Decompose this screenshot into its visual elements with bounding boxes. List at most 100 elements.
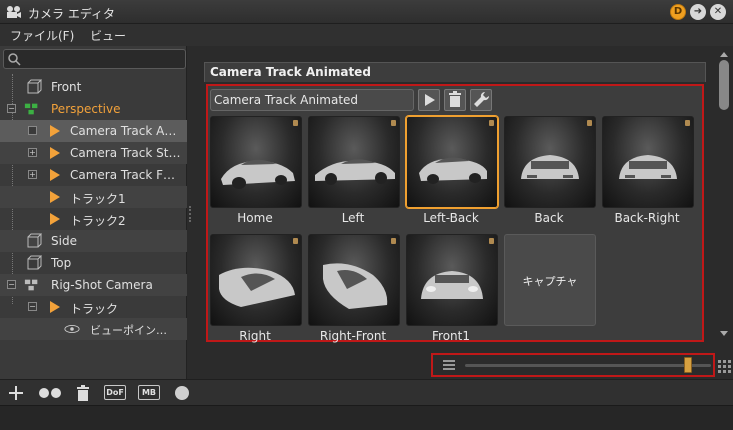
play-track-icon bbox=[50, 191, 60, 203]
perspective-camera-icon bbox=[24, 103, 38, 115]
menu-view[interactable]: ビュー bbox=[90, 27, 126, 44]
thumbnail-label: Right bbox=[239, 329, 271, 343]
delete-button[interactable] bbox=[444, 89, 466, 111]
close-icon[interactable]: ✕ bbox=[710, 4, 726, 20]
lock-icon bbox=[489, 120, 494, 126]
tree-item-camera-track-a[interactable]: Camera Track A… bbox=[0, 120, 187, 142]
car-image bbox=[521, 155, 579, 179]
dof-button[interactable]: DoF bbox=[104, 385, 126, 400]
menu-bar: ファイル(F) ビュー bbox=[0, 24, 733, 46]
add-icon[interactable] bbox=[8, 385, 24, 401]
car-image bbox=[221, 159, 295, 189]
viewpoint-thumbnail[interactable] bbox=[308, 234, 400, 326]
camera-cube-icon bbox=[27, 233, 42, 248]
tree-item-camera-track-f[interactable]: + Camera Track F… bbox=[0, 164, 187, 186]
collapse-toggle[interactable]: − bbox=[28, 302, 37, 311]
tree-item-track2[interactable]: トラック2 bbox=[0, 208, 187, 230]
play-icon bbox=[425, 94, 435, 106]
scroll-thumb[interactable] bbox=[719, 60, 729, 110]
d-badge-button[interactable]: D bbox=[670, 4, 686, 20]
slider-handle[interactable] bbox=[683, 357, 692, 373]
vertical-scrollbar[interactable] bbox=[716, 46, 733, 379]
car-image bbox=[323, 263, 388, 309]
window-title: カメラ エディタ bbox=[28, 7, 115, 21]
play-track-icon bbox=[50, 125, 60, 137]
play-track-icon bbox=[50, 213, 60, 225]
car-image bbox=[219, 267, 295, 307]
thumbnail-label: Left-Back bbox=[423, 211, 479, 225]
car-image bbox=[619, 155, 677, 179]
wrench-icon bbox=[474, 91, 490, 107]
viewpoint-thumbnail[interactable] bbox=[308, 116, 400, 208]
collapse-toggle[interactable] bbox=[28, 126, 37, 135]
motion-blur-button[interactable]: MB bbox=[138, 385, 160, 400]
title-bar: カメラ エディタ D ➜ ✕ bbox=[0, 0, 733, 24]
splitter-grip-icon bbox=[189, 206, 191, 222]
car-image bbox=[421, 271, 483, 299]
lock-icon bbox=[293, 120, 298, 126]
collapse-toggle[interactable]: − bbox=[7, 104, 16, 113]
settings-button[interactable] bbox=[470, 89, 492, 111]
tree-item-viewpoint[interactable]: ビューポイン… bbox=[0, 318, 187, 340]
thumbnail-size-slider[interactable] bbox=[465, 364, 711, 367]
tree-item-camera-track-st[interactable]: + Camera Track St… bbox=[0, 142, 187, 164]
viewpoint-thumbnail[interactable] bbox=[210, 116, 302, 208]
expand-toggle[interactable]: + bbox=[28, 148, 37, 157]
rig-camera-icon bbox=[24, 279, 38, 291]
panel-title: Camera Track Animated bbox=[210, 65, 371, 79]
status-bar bbox=[0, 405, 733, 430]
play-button[interactable] bbox=[418, 89, 440, 111]
viewpoint-thumbnail[interactable] bbox=[210, 234, 302, 326]
search-icon bbox=[8, 53, 21, 66]
thumbnail-size-control bbox=[431, 353, 715, 377]
tree-item-side[interactable]: Side bbox=[0, 230, 187, 252]
thumbnail-label: Left bbox=[341, 211, 365, 225]
viewpoint-thumbnail[interactable] bbox=[406, 234, 498, 326]
lock-icon bbox=[489, 238, 494, 244]
play-track-icon bbox=[50, 147, 60, 159]
thumbnail-label: Back-Right bbox=[614, 211, 680, 225]
thumbnail-area: Camera Track Animated Camera Track Anima… bbox=[194, 46, 716, 379]
list-view-icon[interactable] bbox=[443, 360, 455, 370]
viewpoint-thumbnail-selected[interactable] bbox=[406, 116, 498, 208]
camera-editor-icon bbox=[7, 6, 21, 18]
tree-item-track1[interactable]: トラック1 bbox=[0, 186, 187, 208]
search-input[interactable] bbox=[3, 49, 186, 69]
lock-icon bbox=[685, 120, 690, 126]
camera-cube-icon bbox=[27, 255, 42, 270]
tree-item-front[interactable]: Front bbox=[0, 76, 187, 98]
dual-camera-icon[interactable] bbox=[38, 385, 62, 401]
bottom-toolbar: DoF MB bbox=[0, 379, 733, 405]
thumbnail-label: Back bbox=[534, 211, 564, 225]
tree-item-perspective[interactable]: − Perspective bbox=[0, 98, 187, 120]
track-name-field[interactable]: Camera Track Animated bbox=[210, 89, 414, 111]
capture-button[interactable]: キャプチャ bbox=[504, 234, 596, 326]
trash-icon[interactable] bbox=[76, 385, 90, 401]
car-image bbox=[315, 159, 395, 185]
camera-tree-panel: Front − Perspective Camera Track A… + Ca… bbox=[0, 46, 187, 379]
scroll-down-icon[interactable] bbox=[720, 331, 728, 336]
viewpoint-gallery: Camera Track Animated Home Left Left-Bac… bbox=[206, 84, 704, 343]
record-icon[interactable] bbox=[174, 385, 190, 401]
panel-header: Camera Track Animated bbox=[204, 62, 706, 82]
thumbnail-label: Front1 bbox=[432, 329, 470, 343]
thumbnail-label: Right-Front bbox=[319, 329, 387, 343]
expand-toggle[interactable]: + bbox=[28, 170, 37, 179]
play-track-icon bbox=[50, 169, 60, 181]
forward-arrow-icon[interactable]: ➜ bbox=[690, 4, 706, 20]
lock-icon bbox=[391, 120, 396, 126]
viewpoint-thumbnail[interactable] bbox=[504, 116, 596, 208]
menu-file[interactable]: ファイル(F) bbox=[10, 27, 74, 44]
camera-cube-icon bbox=[27, 79, 42, 94]
tree-item-rig-shot-camera[interactable]: − Rig-Shot Camera bbox=[0, 274, 187, 296]
viewpoint-thumbnail[interactable] bbox=[602, 116, 694, 208]
tree-item-top[interactable]: Top bbox=[0, 252, 187, 274]
car-image bbox=[419, 157, 487, 184]
lock-icon bbox=[391, 238, 396, 244]
grid-view-icon[interactable] bbox=[718, 360, 731, 373]
scroll-up-icon[interactable] bbox=[720, 52, 728, 57]
tree-item-track[interactable]: − トラック bbox=[0, 296, 187, 318]
lock-icon bbox=[587, 120, 592, 126]
collapse-toggle[interactable]: − bbox=[7, 280, 16, 289]
thumbnail-label: Home bbox=[237, 211, 273, 225]
